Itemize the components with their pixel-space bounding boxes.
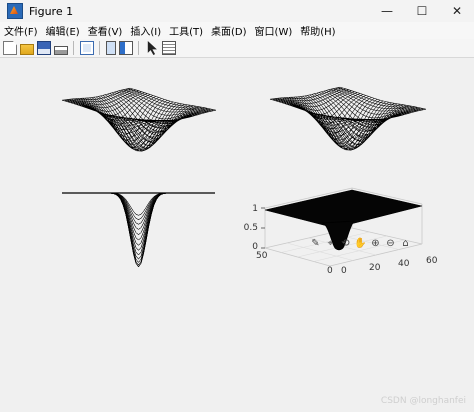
print-preview-icon[interactable]	[80, 41, 94, 55]
subplot-1-surface[interactable]	[61, 87, 217, 152]
z-tick-label: 0.5	[244, 223, 258, 233]
save-icon[interactable]	[37, 41, 51, 55]
subplot-3-surface[interactable]	[62, 192, 215, 268]
figure-canvas[interactable]: 1 0.5 0 50 0 0 20 40 60 ✎ ⌖ ⟲ ✋ ⊕ ⊖ ⌂ CS…	[0, 58, 474, 412]
menu-view[interactable]: 查看(V)	[84, 23, 127, 38]
menu-help[interactable]: 帮助(H)	[296, 23, 339, 38]
plots-svg: 1 0.5 0 50 0 0 20 40 60	[61, 86, 438, 276]
toolbar-separator	[73, 41, 74, 55]
minimize-button[interactable]: —	[370, 0, 404, 22]
insert-legend-icon[interactable]	[162, 41, 176, 55]
open-file-icon[interactable]	[20, 43, 34, 55]
home-icon[interactable]: ⌂	[399, 237, 412, 250]
menu-bar: 文件(F) 编辑(E) 查看(V) 插入(I) 工具(T) 桌面(D) 窗口(W…	[0, 22, 474, 39]
close-button[interactable]: ✕	[440, 0, 474, 22]
subplot-4-surface[interactable]	[261, 187, 423, 267]
menu-tools[interactable]: 工具(T)	[165, 23, 207, 38]
x-tick-label: 20	[369, 263, 381, 273]
menu-desktop[interactable]: 桌面(D)	[207, 23, 251, 38]
toolbar-separator	[99, 41, 100, 55]
brush-icon[interactable]: ✎	[309, 237, 322, 250]
data-tips-icon[interactable]: ⌖	[324, 237, 337, 250]
y-tick-label: 0	[327, 266, 333, 276]
menu-window[interactable]: 窗口(W)	[251, 23, 297, 38]
zoom-out-icon[interactable]: ⊖	[384, 237, 397, 250]
matlab-logo-icon	[7, 3, 23, 19]
figure-toolbar	[0, 39, 474, 58]
x-tick-label: 0	[341, 266, 347, 276]
x-tick-label: 40	[398, 259, 410, 269]
window-title: Figure 1	[29, 4, 74, 18]
menu-file[interactable]: 文件(F)	[0, 23, 42, 38]
property-editor-icon[interactable]	[119, 41, 133, 55]
zoom-in-icon[interactable]: ⊕	[369, 237, 382, 250]
link-plot-icon[interactable]	[106, 41, 116, 55]
pan-icon[interactable]: ✋	[354, 237, 367, 250]
z-tick-label: 1	[252, 204, 258, 214]
edit-plot-arrow-icon[interactable]	[147, 41, 157, 55]
x-tick-label: 60	[426, 256, 438, 266]
maximize-button[interactable]: ☐	[405, 0, 439, 22]
menu-edit[interactable]: 编辑(E)	[42, 23, 84, 38]
subplot-2-surface[interactable]	[269, 86, 427, 151]
y-tick-label: 50	[256, 251, 268, 261]
print-icon[interactable]	[54, 45, 68, 55]
new-figure-icon[interactable]	[3, 41, 17, 55]
rotate-3d-icon[interactable]: ⟲	[339, 237, 352, 250]
menu-insert[interactable]: 插入(I)	[126, 23, 165, 38]
title-bar: Figure 1 — ☐ ✕	[0, 0, 474, 22]
watermark: CSDN @longhanfei	[380, 396, 466, 406]
toolbar-separator	[138, 41, 139, 55]
axes-toolbar: ✎ ⌖ ⟲ ✋ ⊕ ⊖ ⌂	[309, 236, 414, 250]
